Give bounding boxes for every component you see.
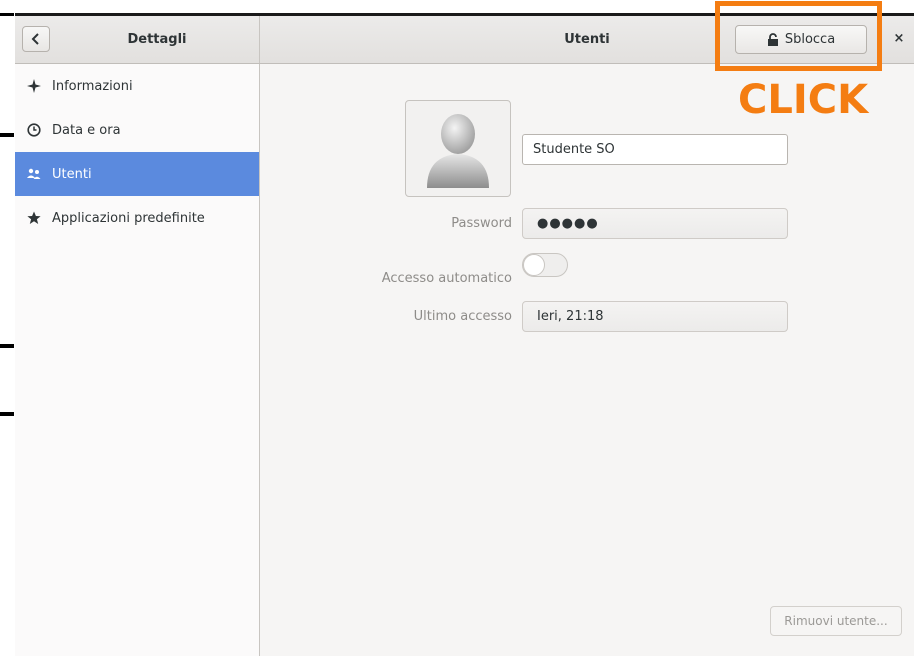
background-fragment <box>0 133 14 137</box>
sidebar-item-utenti[interactable]: Utenti <box>15 152 259 196</box>
password-label: Password <box>451 216 512 231</box>
sidebar-item-label: Utenti <box>52 166 92 182</box>
last-login-button[interactable]: Ieri, 21:18 <box>522 301 788 332</box>
sparkle-icon <box>26 78 42 94</box>
clock-icon <box>26 122 42 138</box>
sidebar: Informazioni Data e ora Utenti Applicazi… <box>15 64 260 656</box>
users-icon <box>26 166 42 182</box>
sidebar-item-label: Informazioni <box>52 78 133 94</box>
chevron-left-icon <box>31 33 39 45</box>
remove-user-button[interactable]: Rimuovi utente... <box>770 606 902 636</box>
user-panel: Studente SO Password ●●●●● Accesso autom… <box>260 64 914 656</box>
autologin-label: Accesso automatico <box>381 271 512 286</box>
user-avatar-icon <box>427 113 489 188</box>
full-name-field[interactable]: Studente SO <box>522 134 788 165</box>
star-icon <box>26 210 42 226</box>
avatar[interactable] <box>405 100 511 197</box>
click-annotation: CLICK <box>738 77 869 123</box>
background-fragment <box>0 344 14 348</box>
password-button[interactable]: ●●●●● <box>522 208 788 239</box>
sidebar-item-label: Data e ora <box>52 122 121 138</box>
sidebar-item-label: Applicazioni predefinite <box>52 210 205 226</box>
sidebar-item-data-e-ora[interactable]: Data e ora <box>15 108 259 152</box>
sidebar-item-applicazioni-predefinite[interactable]: Applicazioni predefinite <box>15 196 259 240</box>
click-highlight-box <box>715 1 882 71</box>
close-button[interactable]: × <box>889 29 909 49</box>
back-button[interactable] <box>22 26 50 52</box>
background-fragment <box>0 412 14 416</box>
autologin-switch[interactable] <box>522 253 568 277</box>
sidebar-title: Dettagli <box>127 32 187 47</box>
last-login-label: Ultimo accesso <box>413 309 512 324</box>
background-fragment <box>0 13 14 16</box>
switch-knob <box>523 254 545 276</box>
sidebar-item-informazioni[interactable]: Informazioni <box>15 64 259 108</box>
